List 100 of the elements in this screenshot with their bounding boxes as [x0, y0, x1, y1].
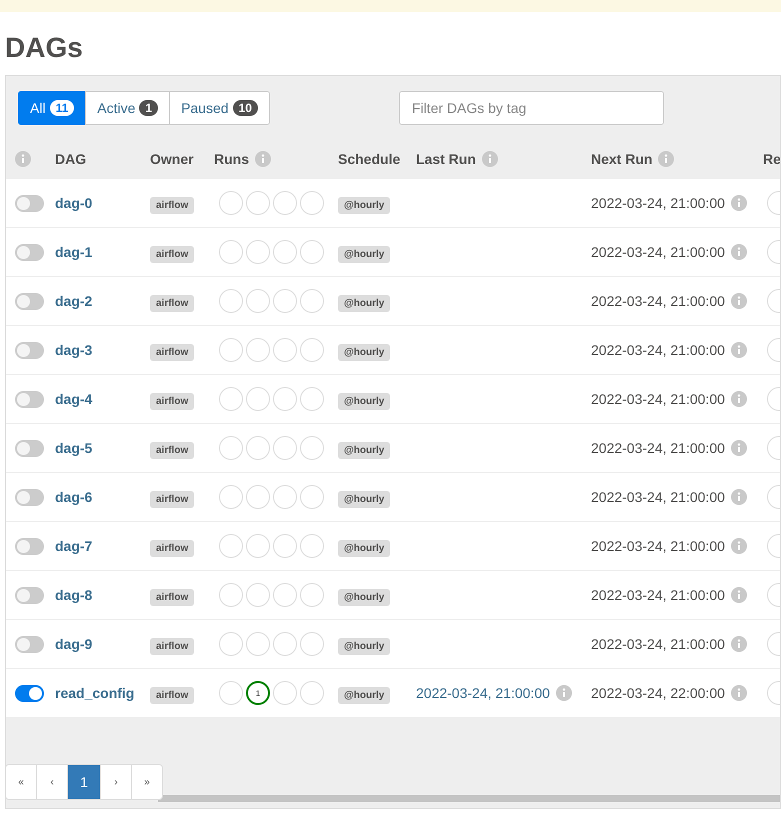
run-circle[interactable]: [300, 240, 324, 264]
info-icon[interactable]: [730, 636, 747, 652]
run-circle[interactable]: [219, 191, 243, 215]
toggle-switch[interactable]: [15, 684, 44, 702]
run-circle[interactable]: [219, 387, 243, 411]
dag-link[interactable]: dag-5: [55, 440, 92, 456]
info-icon[interactable]: [730, 489, 747, 505]
info-icon[interactable]: [255, 151, 271, 167]
run-circle[interactable]: [246, 632, 270, 656]
toggle-switch[interactable]: [15, 194, 44, 212]
run-circle[interactable]: [273, 338, 297, 362]
column-header[interactable]: Owner: [150, 151, 194, 167]
run-circle[interactable]: [273, 485, 297, 509]
page-link[interactable]: »: [131, 765, 162, 799]
dag-link[interactable]: dag-6: [55, 489, 92, 505]
toggle-switch[interactable]: [15, 390, 44, 408]
run-circle[interactable]: [219, 240, 243, 264]
column-header[interactable]: Runs: [214, 151, 249, 167]
run-circle[interactable]: [273, 387, 297, 411]
filter-button[interactable]: Paused 10: [169, 91, 270, 125]
run-circle[interactable]: [273, 191, 297, 215]
run-circle[interactable]: [273, 583, 297, 607]
run-circle[interactable]: [273, 289, 297, 313]
dag-link[interactable]: dag-9: [55, 636, 92, 652]
toggle-switch[interactable]: [15, 292, 44, 310]
run-circle[interactable]: [300, 681, 324, 705]
dag-link[interactable]: dag-3: [55, 342, 92, 358]
toggle-switch[interactable]: [15, 586, 44, 604]
run-circle[interactable]: [273, 681, 297, 705]
run-circle[interactable]: [300, 338, 324, 362]
run-circle[interactable]: [246, 289, 270, 313]
dag-link[interactable]: dag-2: [55, 293, 92, 309]
owner-tag: airflow: [150, 246, 194, 263]
next-run-text: 2022-03-24, 21:00:00: [591, 244, 725, 260]
column-header[interactable]: Last Run: [416, 151, 476, 167]
run-circle[interactable]: [219, 338, 243, 362]
run-circle[interactable]: [246, 191, 270, 215]
toggle-switch[interactable]: [15, 244, 44, 260]
toggle-switch[interactable]: [15, 440, 44, 456]
info-icon[interactable]: [730, 538, 747, 554]
run-circle[interactable]: [273, 632, 297, 656]
owner-tag: airflow: [150, 442, 194, 459]
run-circle[interactable]: [300, 632, 324, 656]
run-circle[interactable]: [246, 338, 270, 362]
column-header[interactable]: Re: [763, 151, 780, 167]
run-circle[interactable]: [246, 485, 270, 509]
column-header[interactable]: Next Run: [591, 151, 652, 167]
run-circle[interactable]: [273, 534, 297, 558]
filter-button[interactable]: Active 1: [85, 91, 170, 125]
tag-filter-field[interactable]: Filter DAGs by tag: [398, 91, 664, 125]
run-circle[interactable]: [219, 485, 243, 509]
run-circle[interactable]: [219, 583, 243, 607]
run-circle[interactable]: [300, 534, 324, 558]
run-circle[interactable]: [246, 240, 270, 264]
info-icon[interactable]: [730, 342, 747, 358]
dag-link[interactable]: dag-1: [55, 244, 92, 260]
column-header[interactable]: Schedule: [338, 151, 400, 167]
info-icon[interactable]: [556, 685, 572, 701]
run-circle[interactable]: [246, 534, 270, 558]
toggle-switch[interactable]: [15, 342, 44, 358]
run-circle[interactable]: [300, 436, 324, 460]
info-icon[interactable]: [730, 685, 747, 701]
page-link[interactable]: 1: [67, 765, 100, 799]
scrollbar[interactable]: [158, 795, 780, 802]
info-icon[interactable]: [730, 293, 747, 309]
run-circle[interactable]: [300, 191, 324, 215]
run-circle[interactable]: [219, 289, 243, 313]
page-link[interactable]: ›: [100, 765, 131, 799]
run-circle[interactable]: [219, 632, 243, 656]
info-icon[interactable]: [730, 195, 747, 211]
toggle-switch[interactable]: [15, 488, 44, 506]
filter-button[interactable]: All 11: [18, 91, 86, 125]
toggle-switch[interactable]: [15, 636, 44, 652]
info-icon[interactable]: [482, 151, 498, 167]
toggle-switch[interactable]: [15, 538, 44, 554]
info-icon[interactable]: [730, 587, 747, 603]
run-circle[interactable]: [300, 583, 324, 607]
run-circle[interactable]: [300, 387, 324, 411]
run-circle[interactable]: [246, 583, 270, 607]
run-circle[interactable]: [246, 387, 270, 411]
dag-link[interactable]: dag-8: [55, 587, 92, 603]
run-circle[interactable]: 1: [246, 681, 270, 705]
run-circle[interactable]: [300, 289, 324, 313]
info-icon[interactable]: [15, 151, 31, 167]
run-circle[interactable]: [219, 436, 243, 460]
info-icon[interactable]: [730, 244, 747, 260]
run-circle[interactable]: [300, 485, 324, 509]
dag-link[interactable]: dag-4: [55, 391, 92, 407]
page-link[interactable]: «: [6, 765, 36, 799]
run-circle[interactable]: [246, 436, 270, 460]
run-circle[interactable]: [273, 436, 297, 460]
info-icon[interactable]: [730, 391, 747, 407]
run-circle[interactable]: [219, 534, 243, 558]
info-icon[interactable]: [658, 151, 674, 167]
dag-link[interactable]: dag-0: [55, 195, 92, 211]
run-circle[interactable]: [219, 681, 243, 705]
run-circle[interactable]: [273, 240, 297, 264]
dag-link[interactable]: dag-7: [55, 538, 92, 554]
column-header[interactable]: DAG: [55, 151, 86, 167]
info-icon[interactable]: [730, 440, 747, 456]
